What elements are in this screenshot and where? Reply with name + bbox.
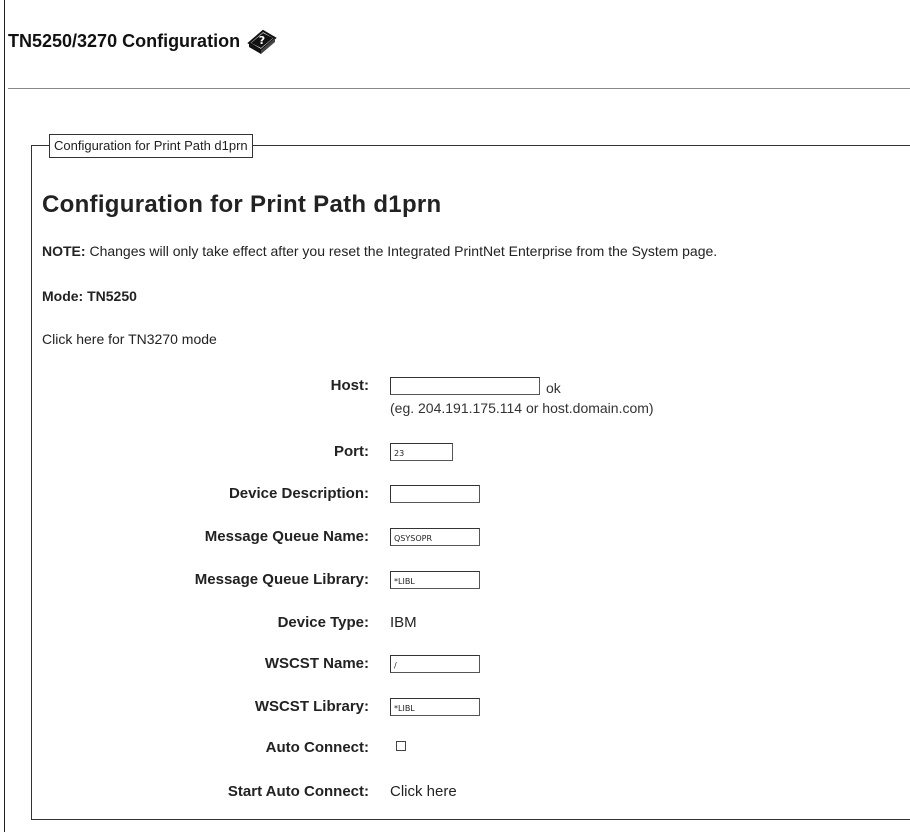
- svg-text:?: ?: [259, 34, 265, 47]
- device-type-label: Device Type:: [277, 614, 369, 631]
- header-divider: [8, 88, 910, 89]
- wscst-library-label: WSCST Library:: [254, 698, 369, 715]
- wscst-name-input[interactable]: /: [390, 655, 480, 673]
- wscst-name-label: WSCST Name:: [264, 655, 369, 672]
- device-description-label: Device Description:: [228, 485, 369, 502]
- left-border-line: [4, 0, 5, 832]
- note-text: NOTE: Changes will only take effect afte…: [42, 243, 717, 259]
- note-body: Changes will only take effect after you …: [85, 243, 718, 259]
- tn3270-mode-link[interactable]: Click here for TN3270 mode: [42, 331, 217, 347]
- host-status: ok: [546, 380, 561, 396]
- device-description-input[interactable]: [390, 485, 480, 503]
- message-queue-library-label: Message Queue Library:: [194, 571, 369, 588]
- note-label: NOTE:: [42, 243, 86, 259]
- page-title: TN5250/3270 Configuration ?: [8, 26, 278, 56]
- host-label: Host:: [330, 377, 369, 394]
- fieldset-legend: Configuration for Print Path d1prn: [49, 134, 253, 158]
- page-title-text: TN5250/3270 Configuration: [8, 31, 241, 51]
- message-queue-name-input[interactable]: QSYSOPR: [390, 528, 480, 546]
- message-queue-library-input[interactable]: *LIBL: [390, 571, 480, 589]
- host-input[interactable]: [390, 377, 540, 395]
- port-input[interactable]: 23: [390, 443, 453, 461]
- auto-connect-label: Auto Connect:: [265, 739, 369, 756]
- wscst-library-input[interactable]: *LIBL: [390, 698, 480, 716]
- port-label: Port:: [334, 443, 369, 460]
- host-hint: (eg. 204.191.175.114 or host.domain.com): [390, 400, 654, 416]
- start-auto-connect-link[interactable]: Click here: [390, 783, 457, 800]
- message-queue-name-label: Message Queue Name:: [204, 528, 369, 545]
- mode-label: Mode: TN5250: [42, 288, 137, 304]
- help-book-icon[interactable]: ?: [246, 26, 278, 56]
- device-type-value: IBM: [390, 614, 417, 631]
- section-heading: Configuration for Print Path d1prn: [42, 191, 442, 218]
- start-auto-connect-label: Start Auto Connect:: [227, 783, 369, 800]
- auto-connect-checkbox[interactable]: [396, 741, 406, 751]
